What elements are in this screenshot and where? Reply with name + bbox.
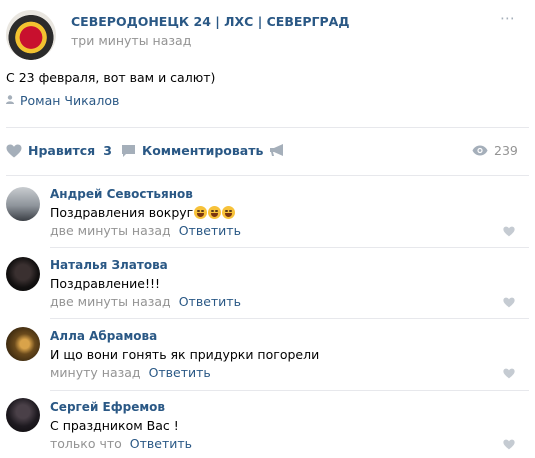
- comment-author[interactable]: Алла Абрамова: [50, 329, 157, 343]
- heart-icon: [6, 144, 22, 157]
- post-text: С 23 февраля, вот вам и салют): [6, 70, 216, 85]
- divider: [50, 390, 529, 391]
- person-icon: [6, 95, 14, 104]
- comment-like-heart-icon[interactable]: [503, 439, 515, 450]
- divider: [50, 318, 529, 319]
- share-button[interactable]: [269, 143, 286, 157]
- views-count: 239: [494, 143, 518, 158]
- views-counter: 239: [472, 143, 518, 158]
- comment-author[interactable]: Андрей Севостьянов: [50, 187, 193, 201]
- tears-of-joy-emoji-icon: [222, 206, 236, 219]
- comment-like-heart-icon[interactable]: [503, 297, 515, 308]
- tears-of-joy-emoji-icon: [194, 206, 208, 219]
- divider: [50, 247, 529, 248]
- comment-meta: минуту назад Ответить: [50, 365, 211, 380]
- comment-text: Поздравления вокруг: [50, 205, 236, 220]
- comment-button[interactable]: Комментировать: [121, 143, 263, 158]
- comment-time[interactable]: две минуты назад: [50, 223, 171, 238]
- comment-like-heart-icon[interactable]: [503, 226, 515, 237]
- comment-text: С праздником Вас !: [50, 418, 179, 433]
- comment-time[interactable]: только что: [50, 436, 122, 451]
- more-options-icon[interactable]: ⋯: [500, 9, 515, 27]
- tears-of-joy-emoji-icon: [208, 206, 222, 219]
- like-button[interactable]: Нравится 3: [6, 143, 112, 158]
- comment-avatar[interactable]: [6, 257, 40, 291]
- reply-link[interactable]: Ответить: [179, 294, 241, 309]
- comment-time[interactable]: минуту назад: [50, 365, 141, 380]
- comment-author[interactable]: Сергей Ефремов: [50, 400, 165, 414]
- megaphone-icon: [270, 144, 283, 156]
- post-time[interactable]: три минуты назад: [71, 33, 191, 48]
- comment-avatar[interactable]: [6, 398, 40, 432]
- like-label: Нравится: [28, 143, 96, 158]
- comment-time[interactable]: две минуты назад: [50, 294, 171, 309]
- like-count: 3: [103, 143, 112, 158]
- comment-meta: две минуты назад Ответить: [50, 223, 241, 238]
- community-avatar[interactable]: [6, 10, 56, 60]
- eye-icon: [472, 145, 488, 156]
- post-author[interactable]: Роман Чикалов: [20, 93, 119, 108]
- comment-meta: две минуты назад Ответить: [50, 294, 241, 309]
- comment-text-content: Поздравления вокруг: [50, 205, 194, 220]
- reply-link[interactable]: Ответить: [179, 223, 241, 238]
- reply-link[interactable]: Ответить: [149, 365, 211, 380]
- comment-avatar[interactable]: [6, 327, 40, 361]
- comment-text: Поздравление!!!: [50, 276, 160, 291]
- community-name[interactable]: СЕВЕРОДОНЕЦК 24 | ЛХС | СЕВЕРГРАД: [71, 14, 350, 29]
- comment-icon: [122, 144, 135, 157]
- comment-text: И що вони гонять як придурки погорели: [50, 347, 320, 362]
- comment-author[interactable]: Наталья Златова: [50, 258, 168, 272]
- comment-like-heart-icon[interactable]: [503, 368, 515, 379]
- divider: [6, 127, 529, 128]
- divider: [6, 175, 529, 176]
- comment-avatar[interactable]: [6, 187, 40, 221]
- comment-meta: только что Ответить: [50, 436, 192, 451]
- comment-label: Комментировать: [142, 143, 264, 158]
- reply-link[interactable]: Ответить: [130, 436, 192, 451]
